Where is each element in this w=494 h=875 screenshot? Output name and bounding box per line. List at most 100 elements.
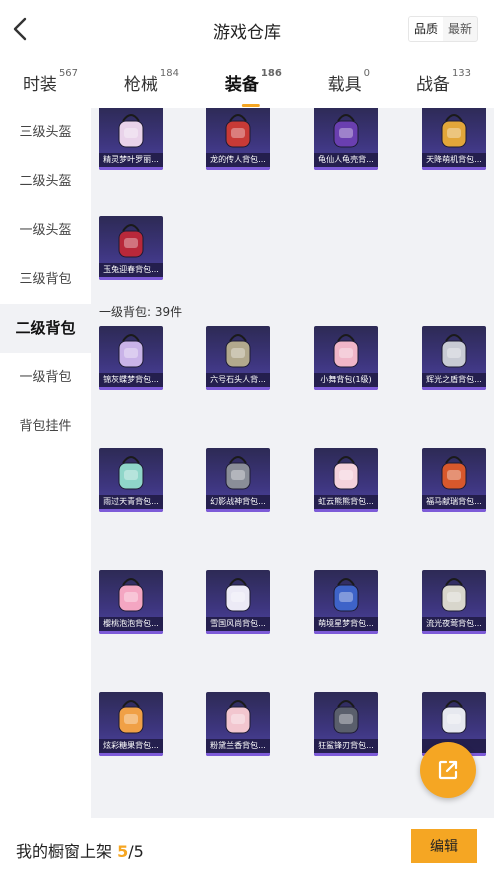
- rarity-strip: [422, 631, 486, 634]
- gem-pouch-icon: [118, 334, 144, 368]
- rarity-strip: [206, 631, 270, 634]
- item-name: 福马献瑞背包...: [422, 495, 486, 509]
- rarity-strip: [99, 631, 163, 634]
- edit-button[interactable]: 编辑: [411, 829, 477, 863]
- item-name: 天降萌机背包...: [422, 153, 486, 167]
- item-name: 六号石头人背...: [206, 373, 270, 387]
- bottom-bar: 我的橱窗上架 5/5 编辑: [0, 818, 494, 875]
- shark-pouch-icon: [333, 700, 359, 734]
- item-card[interactable]: 龙的传人背包...: [206, 108, 270, 170]
- item-name: 萌境星梦背包...: [314, 617, 378, 631]
- tab-equipment[interactable]: 装备186: [225, 60, 282, 95]
- item-card[interactable]: 六号石头人背...: [206, 326, 270, 390]
- section-label-level1-backpack: 一级背包: 39件: [99, 305, 183, 319]
- item-name: 辉光之盾背包...: [422, 373, 486, 387]
- item-name: 粉黛兰香背包...: [206, 739, 270, 753]
- pink-bunny-pouch-icon: [225, 700, 251, 734]
- item-name: 雪国风尚背包...: [206, 617, 270, 631]
- item-name: 龟仙人龟壳背...: [314, 153, 378, 167]
- header: 游戏仓库 品质 最新: [0, 0, 494, 58]
- item-card[interactable]: 雪国风尚背包...: [206, 570, 270, 634]
- sort-option-newest[interactable]: 最新: [443, 17, 477, 41]
- sidebar: 三级头盔 二级头盔 一级头盔 三级背包 二级背包 一级背包 背包挂件: [0, 108, 91, 818]
- purple-shell-backpack-icon: [333, 114, 359, 148]
- sidebar-item-level2-backpack[interactable]: 二级背包: [0, 304, 91, 353]
- item-card[interactable]: 雨过天青背包...: [99, 448, 163, 512]
- rarity-strip: [206, 387, 270, 390]
- stone-pouch-icon: [225, 334, 251, 368]
- rarity-strip: [99, 167, 163, 170]
- rarity-strip: [206, 753, 270, 756]
- item-name: 小舞背包(1级): [314, 373, 378, 387]
- item-card[interactable]: 小舞背包(1级): [314, 326, 378, 390]
- item-name: 玉兔迎春背包...: [99, 263, 163, 277]
- rarity-strip: [422, 509, 486, 512]
- item-name: 樱桃泡泡背包...: [99, 617, 163, 631]
- item-name: 精灵梦叶罗丽...: [99, 153, 163, 167]
- item-name: 狂鲨锋刃背包...: [314, 739, 378, 753]
- item-card[interactable]: 玉兔迎春背包...: [99, 216, 163, 280]
- teal-pouch-icon: [118, 456, 144, 490]
- cherry-pouch-icon: [118, 578, 144, 612]
- grey-backpack-icon: [225, 456, 251, 490]
- tab-fashion[interactable]: 时装567: [23, 60, 78, 95]
- rarity-strip: [206, 509, 270, 512]
- nightingale-pouch-icon: [441, 578, 467, 612]
- rarity-strip: [422, 387, 486, 390]
- showcase-count: 我的橱窗上架 5/5: [16, 842, 144, 861]
- tab-guns[interactable]: 枪械184: [124, 60, 179, 95]
- item-card[interactable]: 樱桃泡泡背包...: [99, 570, 163, 634]
- tab-vehicles[interactable]: 载具0: [328, 60, 370, 95]
- snow-bunny-pouch-icon: [225, 578, 251, 612]
- item-card[interactable]: 锦灰蝶梦背包...: [99, 326, 163, 390]
- sidebar-item-level1-helmet[interactable]: 一级头盔: [0, 206, 91, 255]
- sort-toggle[interactable]: 品质 最新: [407, 16, 478, 42]
- item-card[interactable]: 流光夜莺背包...: [422, 570, 486, 634]
- item-card[interactable]: 福马献瑞背包...: [422, 448, 486, 512]
- sidebar-item-level3-backpack[interactable]: 三级背包: [0, 255, 91, 304]
- item-card[interactable]: 辉光之盾背包...: [422, 326, 486, 390]
- item-card[interactable]: 炫彩糖果背包...: [99, 692, 163, 756]
- item-name: 幻影战神背包...: [206, 495, 270, 509]
- rarity-strip: [206, 167, 270, 170]
- sidebar-item-level2-helmet[interactable]: 二级头盔: [0, 157, 91, 206]
- item-name: 龙的传人背包...: [206, 153, 270, 167]
- item-card[interactable]: 虹云熊熊背包...: [314, 448, 378, 512]
- tab-battle-gear[interactable]: 战备133: [416, 60, 471, 95]
- item-card[interactable]: 天降萌机背包...: [422, 108, 486, 170]
- item-grid: 一级背包: 39件 精灵梦叶罗丽... 龙的传人背包... 龟仙人龟壳背... 天降萌…: [91, 108, 494, 818]
- item-name: 雨过天青背包...: [99, 495, 163, 509]
- item-card[interactable]: 龟仙人龟壳背...: [314, 108, 378, 170]
- item-card[interactable]: 幻影战神背包...: [206, 448, 270, 512]
- pink-backpack-icon: [118, 114, 144, 148]
- share-external-icon: [438, 760, 458, 780]
- sidebar-item-backpack-charm[interactable]: 背包挂件: [0, 402, 91, 451]
- rarity-strip: [314, 753, 378, 756]
- horse-pouch-icon: [441, 456, 467, 490]
- item-card[interactable]: 粉黛兰香背包...: [206, 692, 270, 756]
- donut-pouch-icon: [118, 700, 144, 734]
- sidebar-item-level3-helmet[interactable]: 三级头盔: [0, 108, 91, 157]
- white-pouch-icon: [441, 700, 467, 734]
- red-backpack-icon: [225, 114, 251, 148]
- rarity-strip: [99, 277, 163, 280]
- rarity-strip: [314, 167, 378, 170]
- share-button[interactable]: [420, 742, 476, 798]
- sort-option-quality[interactable]: 品质: [408, 17, 443, 41]
- rarity-strip: [314, 387, 378, 390]
- item-card[interactable]: 萌境星梦背包...: [314, 570, 378, 634]
- gold-backpack-icon: [441, 114, 467, 148]
- star-pouch-icon: [333, 578, 359, 612]
- item-card[interactable]: 狂鲨锋刃背包...: [314, 692, 378, 756]
- item-name: 流光夜莺背包...: [422, 617, 486, 631]
- item-card[interactable]: 精灵梦叶罗丽...: [99, 108, 163, 170]
- rarity-strip: [99, 753, 163, 756]
- bunny-pouch-icon: [333, 334, 359, 368]
- red-white-backpack-icon: [118, 224, 144, 258]
- category-tabs: 时装567 枪械184 装备186 载具0 战备133: [0, 60, 494, 108]
- cloud-bear-pouch-icon: [333, 456, 359, 490]
- item-name: 虹云熊熊背包...: [314, 495, 378, 509]
- sidebar-item-level1-backpack[interactable]: 一级背包: [0, 353, 91, 402]
- rarity-strip: [314, 509, 378, 512]
- rarity-strip: [422, 167, 486, 170]
